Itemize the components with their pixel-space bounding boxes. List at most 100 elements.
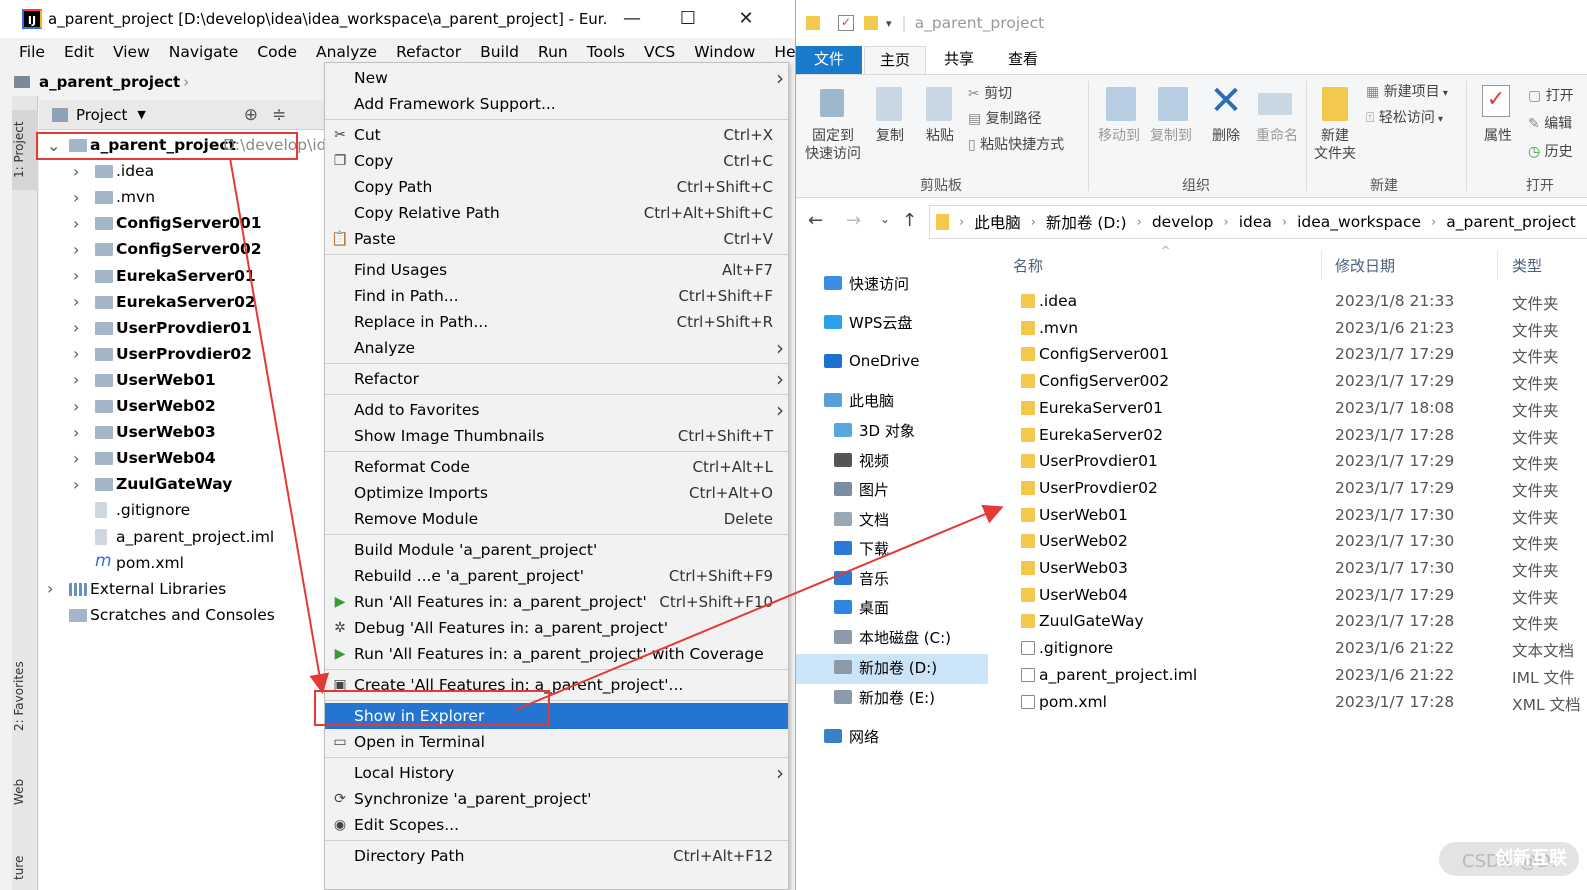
context-menu-item[interactable]: ◉ Edit Scopes... bbox=[325, 812, 788, 838]
back-icon[interactable]: ← bbox=[808, 210, 823, 231]
chevron-right-icon[interactable]: › bbox=[73, 240, 79, 259]
menu-file[interactable]: File bbox=[19, 43, 45, 61]
tree-item[interactable]: › ZuulGateWay bbox=[39, 471, 324, 497]
file-row[interactable]: ZuulGateWay 2023/1/7 17:28 文件夹 bbox=[1001, 608, 1587, 634]
context-menu-item[interactable]: Show Image Thumbnails Ctrl+Shift+T bbox=[325, 423, 788, 449]
address-bar[interactable]: › 此电脑 › 新加卷 (D:) › develop › idea › idea_workspac… bbox=[929, 205, 1587, 239]
context-menu-item[interactable]: ✂ Cut Ctrl+X bbox=[325, 122, 788, 148]
chevron-right-icon[interactable]: › bbox=[73, 475, 79, 494]
context-menu-item[interactable]: Add Framework Support... bbox=[325, 91, 788, 117]
context-menu-item[interactable]: 📋 Paste Ctrl+V bbox=[325, 226, 788, 252]
tree-item[interactable]: › UserWeb01 bbox=[39, 367, 324, 393]
tree-item[interactable]: .gitignore bbox=[39, 497, 324, 523]
tab-view[interactable]: 查看 bbox=[992, 46, 1054, 74]
nav-item[interactable]: 文档 bbox=[834, 506, 889, 532]
chevron-right-icon[interactable]: › bbox=[73, 423, 79, 442]
forward-icon[interactable]: → bbox=[846, 210, 861, 231]
file-row[interactable]: .gitignore 2023/1/6 21:22 文本文档 bbox=[1001, 635, 1587, 661]
chevron-right-icon[interactable]: › bbox=[73, 344, 79, 363]
menu-build[interactable]: Build bbox=[480, 43, 519, 61]
tree-item[interactable]: › ConfigServer002 bbox=[39, 236, 324, 262]
tab-structure[interactable]: ture bbox=[12, 848, 38, 888]
file-row[interactable]: EurekaServer01 2023/1/7 18:08 文件夹 bbox=[1001, 395, 1587, 421]
context-menu-item[interactable]: ✲ Debug 'All Features in: a_parent_projec… bbox=[325, 615, 788, 641]
tree-item[interactable]: › UserWeb02 bbox=[39, 393, 324, 419]
nav-item[interactable]: 视频 bbox=[834, 447, 889, 473]
menu-analyze[interactable]: Analyze bbox=[316, 43, 377, 61]
minimize-icon[interactable]: — bbox=[612, 6, 652, 32]
close-icon[interactable]: ✕ bbox=[726, 6, 766, 32]
nav-item[interactable]: 音乐 bbox=[834, 565, 889, 591]
context-menu-item[interactable]: Remove Module Delete bbox=[325, 506, 788, 532]
menu-tools[interactable]: Tools bbox=[587, 43, 625, 61]
file-row[interactable]: .mvn 2023/1/6 21:23 文件夹 bbox=[1001, 315, 1587, 341]
tab-web[interactable]: Web bbox=[12, 772, 38, 812]
file-row[interactable]: UserWeb04 2023/1/7 17:29 文件夹 bbox=[1001, 582, 1587, 608]
tree-item[interactable]: › ConfigServer001 bbox=[39, 210, 324, 236]
menu-refactor[interactable]: Refactor bbox=[396, 43, 461, 61]
tree-item[interactable]: › External Libraries bbox=[39, 576, 324, 602]
nav-item[interactable]: 下载 bbox=[834, 535, 889, 561]
file-row[interactable]: pom.xml 2023/1/7 17:28 XML 文档 bbox=[1001, 689, 1587, 715]
tree-item[interactable]: a_parent_project.iml bbox=[39, 524, 324, 550]
open-button[interactable]: ▢ 打开 bbox=[1528, 87, 1574, 105]
file-row[interactable]: UserWeb01 2023/1/7 17:30 文件夹 bbox=[1001, 502, 1587, 528]
context-menu-item[interactable]: ▭ Open in Terminal bbox=[325, 729, 788, 755]
breadcrumb-segment[interactable]: idea_workspace bbox=[1297, 213, 1421, 231]
breadcrumb-separator-icon[interactable]: › bbox=[1431, 215, 1436, 230]
tab-home[interactable]: 主页 bbox=[864, 46, 926, 74]
context-menu-item[interactable]: New › bbox=[325, 65, 788, 91]
copy-to-button[interactable]: 复制到 bbox=[1146, 127, 1196, 145]
locate-icon[interactable]: ⊕ bbox=[244, 105, 258, 125]
dropdown-icon[interactable]: ▼ bbox=[137, 108, 145, 121]
context-menu-item[interactable]: Replace in Path... Ctrl+Shift+R bbox=[325, 309, 788, 335]
context-menu-item[interactable]: ❐ Copy Ctrl+C bbox=[325, 148, 788, 174]
file-row[interactable]: ConfigServer001 2023/1/7 17:29 文件夹 bbox=[1001, 341, 1587, 367]
file-row[interactable]: ConfigServer002 2023/1/7 17:29 文件夹 bbox=[1001, 368, 1587, 394]
context-menu-item[interactable]: Analyze › bbox=[325, 335, 788, 361]
file-row[interactable]: UserWeb03 2023/1/7 17:30 文件夹 bbox=[1001, 555, 1587, 581]
nav-item[interactable]: 快速访问 bbox=[824, 270, 909, 296]
up-icon[interactable]: ↑ bbox=[902, 210, 917, 231]
tree-item[interactable]: › UserWeb04 bbox=[39, 445, 324, 471]
chevron-right-icon[interactable]: › bbox=[73, 266, 79, 285]
paste-button[interactable]: 粘贴 bbox=[920, 127, 960, 145]
context-menu-item[interactable]: Build Module 'a_parent_project' bbox=[325, 537, 788, 563]
chevron-right-icon[interactable]: › bbox=[73, 318, 79, 337]
nav-item[interactable]: 桌面 bbox=[834, 594, 889, 620]
context-menu-item[interactable]: Local History › bbox=[325, 760, 788, 786]
recent-dropdown-icon[interactable]: ⌄ bbox=[880, 212, 890, 226]
context-menu-item[interactable]: Add to Favorites › bbox=[325, 397, 788, 423]
chevron-right-icon[interactable]: › bbox=[73, 397, 79, 416]
chevron-right-icon[interactable]: › bbox=[47, 579, 53, 598]
tree-item[interactable]: › UserProvdier02 bbox=[39, 341, 324, 367]
breadcrumb-segment[interactable]: 此电脑 bbox=[974, 211, 1021, 233]
tab-project[interactable]: 1: Project bbox=[12, 110, 38, 190]
chevron-right-icon[interactable]: › bbox=[73, 188, 79, 207]
menu-navigate[interactable]: Navigate bbox=[169, 43, 239, 61]
context-menu-item[interactable]: Find in Path... Ctrl+Shift+F bbox=[325, 283, 788, 309]
tree-item[interactable]: Scratches and Consoles bbox=[39, 602, 324, 628]
tab-favorites[interactable]: 2: Favorites bbox=[12, 656, 38, 736]
tree-item[interactable]: › EurekaServer01 bbox=[39, 263, 324, 289]
quick-access-dropdown-icon[interactable]: ▾ bbox=[886, 17, 892, 30]
tree-item[interactable]: › UserProvdier01 bbox=[39, 315, 324, 341]
delete-button[interactable]: 删除 bbox=[1206, 127, 1246, 145]
chevron-right-icon[interactable]: › bbox=[73, 214, 79, 233]
context-menu-item[interactable]: Optimize Imports Ctrl+Alt+O bbox=[325, 480, 788, 506]
chevron-right-icon[interactable]: › bbox=[73, 370, 79, 389]
nav-item[interactable]: OneDrive bbox=[824, 348, 920, 374]
nav-item[interactable]: 此电脑 bbox=[824, 387, 894, 413]
checkbox-icon[interactable]: ✓ bbox=[838, 15, 854, 31]
context-menu-item[interactable]: ▶ Run 'All Features in: a_parent_project'… bbox=[325, 589, 788, 615]
column-date[interactable]: 修改日期 bbox=[1335, 255, 1395, 276]
easy-access-button[interactable]: ⍐ 轻松访问 ▾ bbox=[1366, 109, 1443, 129]
context-menu-item[interactable]: Rebuild ...e 'a_parent_project' Ctrl+Shif… bbox=[325, 563, 788, 589]
context-menu-item[interactable]: Directory Path Ctrl+Alt+F12 bbox=[325, 843, 788, 869]
chevron-right-icon[interactable]: › bbox=[73, 162, 79, 181]
menu-help[interactable]: Help bbox=[774, 43, 795, 61]
collapse-icon[interactable]: ≑ bbox=[272, 105, 286, 125]
context-menu-item[interactable]: Refactor › bbox=[325, 366, 788, 392]
file-row[interactable]: .idea 2023/1/8 21:33 文件夹 bbox=[1001, 288, 1587, 314]
column-name[interactable]: 名称 bbox=[1013, 255, 1043, 276]
